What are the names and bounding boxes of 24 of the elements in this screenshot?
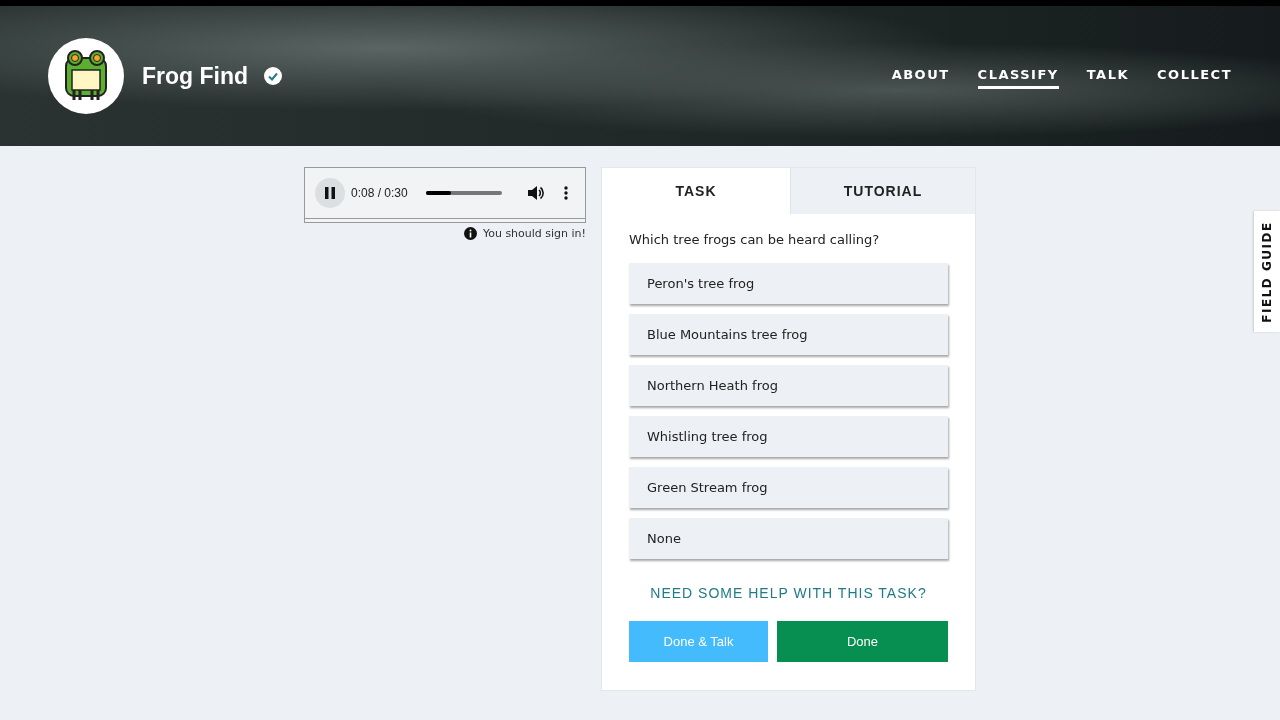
verified-check-icon — [264, 67, 283, 85]
field-guide-tab[interactable]: FIELD GUIDE — [1254, 211, 1280, 332]
more-options-icon[interactable] — [563, 186, 568, 200]
info-icon — [463, 227, 477, 240]
answer-option[interactable]: Peron's tree frog — [629, 263, 948, 304]
answer-option[interactable]: Whistling tree frog — [629, 416, 948, 457]
answer-option[interactable]: Northern Heath frog — [629, 365, 948, 406]
nav-link[interactable]: ABOUT — [891, 63, 950, 89]
nav-link[interactable]: COLLECT — [1157, 63, 1232, 89]
task-question: Which tree frogs can be heard calling? — [629, 232, 881, 247]
nav-link[interactable]: TALK — [1086, 63, 1130, 89]
tab[interactable]: TUTORIAL — [790, 168, 975, 214]
done-button[interactable]: Done — [777, 621, 948, 662]
answer-option[interactable]: Blue Mountains tree frog — [629, 314, 948, 355]
answer-option[interactable]: Green Stream frog — [629, 467, 948, 508]
help-link[interactable]: NEED SOME HELP WITH THIS TASK? — [629, 585, 948, 601]
nav-link[interactable]: CLASSIFY — [977, 63, 1059, 89]
volume-icon[interactable] — [527, 186, 544, 200]
answer-option[interactable]: None — [629, 518, 948, 559]
project-title[interactable]: Frog Find — [142, 62, 249, 90]
pause-icon[interactable] — [315, 178, 345, 208]
sign-in-notice: You should sign in! — [482, 227, 586, 240]
playback-time: 0:08 / 0:30 — [351, 186, 408, 200]
seek-slider[interactable] — [425, 191, 502, 195]
